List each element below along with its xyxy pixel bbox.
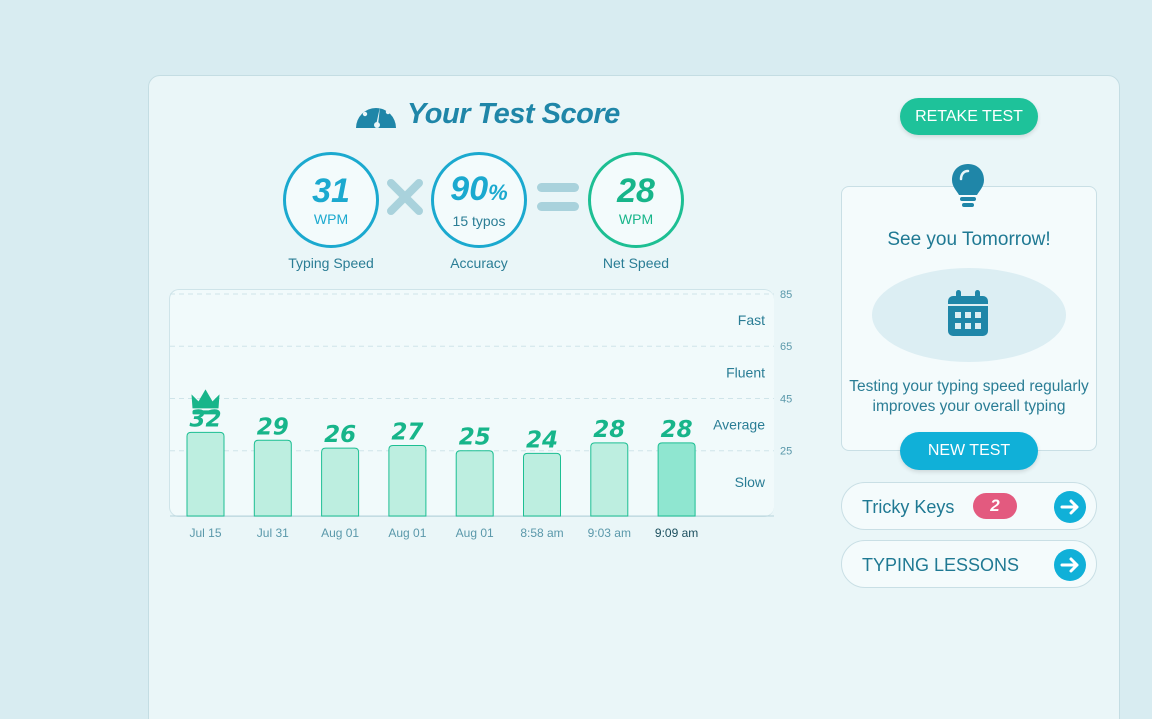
chart-value-label: 27 [391,419,423,445]
chart-value-label: 29 [257,414,289,440]
chart-bar [388,444,427,517]
tricky-keys-count-badge: 2 [973,493,1017,519]
chart-value-label: 26 [324,422,356,448]
chart-band-label: Average [713,417,765,433]
chart-category-label: 9:03 am [588,526,631,540]
typing-lessons-label: TYPING LESSONS [862,555,1020,575]
tricky-keys-label: Tricky Keys [862,497,955,517]
chart-tick-label: 25 [780,446,792,458]
chart-bar [657,442,696,517]
chart-category-label: Aug 01 [456,526,494,540]
arrow-right-icon[interactable] [1054,491,1086,523]
crown-icon [191,389,220,409]
new-test-button[interactable]: NEW TEST [900,432,1038,470]
chart-tick-label: 45 [780,393,792,405]
chart-category-label: Aug 01 [321,526,359,540]
practice-tip-line-1: Testing your typing speed regularly [849,378,1089,395]
chart-tick-label: 85 [780,289,792,301]
chart-band-label: Fluent [726,364,765,380]
chart-category-label: 9:09 am [655,526,698,540]
chart-bar [590,442,629,517]
chart-bar [321,447,360,517]
arrow-right-icon[interactable] [1054,549,1086,581]
chart-bar [186,431,225,517]
chart-category-label: Jul 31 [257,526,289,540]
history-chart: 25 45 65 85 Fast Fluent Average Slow 32 Jul 15 29 J… [170,289,792,540]
see-you-heading: See you Tomorrow! [887,229,1051,250]
chart-value-label: 32 [189,406,221,432]
practice-tip: Testing your typing speed regularly impr… [841,377,1097,417]
chart-category-label: 8:58 am [520,526,563,540]
calendar-icon [948,290,988,336]
tricky-keys-link[interactable]: Tricky Keys 2 [841,482,1097,530]
chart-category-label: Jul 15 [189,526,221,540]
chart-category-label: Aug 01 [388,526,426,540]
chart-band-label: Slow [735,474,766,490]
practice-tip-line-2: improves your overall typing [872,398,1066,415]
crown-icon-base [192,410,219,415]
chart-bar [523,452,561,517]
chart-value-label: 28 [593,417,625,443]
chart-bar [253,439,292,517]
chart-value-label: 25 [459,425,491,451]
chart-value-label: 28 [661,417,693,443]
chart-tick-label: 65 [780,341,792,353]
retake-test-button[interactable]: RETAKE TEST [900,98,1038,135]
chart-band-label: Fast [738,312,765,328]
typing-lessons-link[interactable]: TYPING LESSONS [841,540,1097,588]
lightbulb-icon [952,164,984,207]
chart-value-label: 24 [526,427,558,453]
chart-bar [455,450,494,517]
